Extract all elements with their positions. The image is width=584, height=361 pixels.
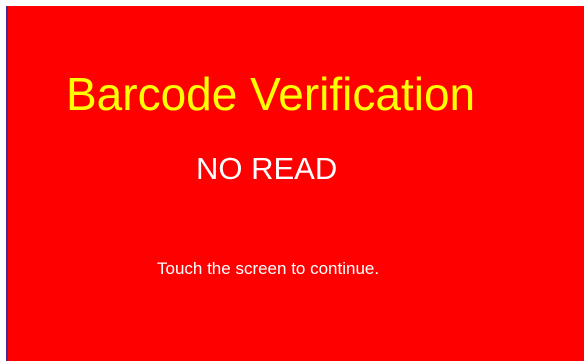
- verification-screen: Barcode Verification NO READ Touch the s…: [0, 0, 584, 361]
- continue-prompt: Touch the screen to continue.: [157, 259, 380, 278]
- page-title: Barcode Verification: [66, 68, 476, 120]
- touch-to-continue-panel[interactable]: Barcode Verification NO READ Touch the s…: [8, 6, 584, 361]
- read-status: NO READ: [196, 151, 338, 186]
